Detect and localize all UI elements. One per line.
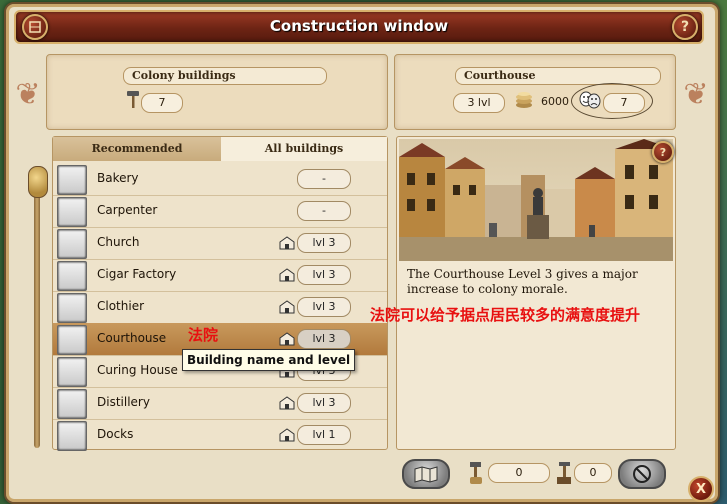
list-item[interactable]: Church lvl 3 <box>53 227 387 260</box>
detail-help-button[interactable]: ? <box>652 141 674 163</box>
building-name: Carpenter <box>97 203 158 217</box>
tools-count: 0 <box>488 463 550 483</box>
house-level-icon <box>279 300 295 314</box>
list-item[interactable]: Clothier lvl 3 <box>53 291 387 324</box>
scroll-handle[interactable] <box>28 166 48 198</box>
title-bar: Construction window ? <box>14 10 704 44</box>
annotation-court-note: 法院可以给予据点居民较多的满意度提升 <box>370 306 641 324</box>
building-level: lvl 3 <box>297 393 351 413</box>
building-thumbnail-icon <box>57 325 87 355</box>
house-level-icon <box>279 268 295 282</box>
house-level-icon <box>279 396 295 410</box>
building-thumbnail-icon <box>57 229 87 259</box>
building-level: - <box>297 201 351 221</box>
tools-icon <box>466 460 486 486</box>
house-level-icon <box>279 428 295 442</box>
building-name: Docks <box>97 427 134 441</box>
list-item[interactable]: Cigar Factory lvl 3 <box>53 259 387 292</box>
list-item[interactable]: Docks lvl 1 <box>53 419 387 451</box>
building-name: Curing House <box>97 363 178 377</box>
help-button[interactable]: ? <box>672 14 698 40</box>
list-item[interactable]: Distillery lvl 3 <box>53 387 387 420</box>
workers-icon <box>554 460 574 486</box>
house-level-icon <box>279 332 295 346</box>
workers-count: 0 <box>574 463 612 483</box>
coins-icon <box>513 89 535 111</box>
map-icon <box>414 466 438 483</box>
building-thumbnail-icon <box>57 293 87 323</box>
building-name: Clothier <box>97 299 145 313</box>
building-level: lvl 3 <box>297 265 351 285</box>
building-thumbnail-icon <box>57 261 87 291</box>
building-level: lvl 3 <box>297 329 351 349</box>
morale-value: 7 <box>603 93 645 113</box>
building-level: - <box>297 169 351 189</box>
building-list-panel: Recommended All buildings Bakery - Carpe… <box>52 136 388 451</box>
colony-buildings-label: Colony buildings <box>123 67 327 85</box>
annotation-court: 法院 <box>188 326 219 344</box>
building-thumbnail-icon <box>57 197 87 227</box>
selected-building-label: Courthouse <box>455 67 661 85</box>
building-name: Cigar Factory <box>97 267 177 281</box>
no-build-icon <box>633 465 651 483</box>
tab-all-buildings[interactable]: All buildings <box>221 137 387 161</box>
building-level: lvl 3 <box>297 297 351 317</box>
courthouse-illustration <box>399 139 673 261</box>
left-ornament-icon: ❦ <box>15 77 41 112</box>
list-item[interactable]: Bakery - <box>53 163 387 196</box>
list-scrollbar[interactable] <box>34 170 40 448</box>
list-item[interactable]: Carpenter - <box>53 195 387 228</box>
window-title: Construction window <box>269 17 449 35</box>
building-detail-panel: The Courthouse Level 3 gives a major inc… <box>396 136 676 450</box>
theater-masks-icon <box>577 89 603 111</box>
close-button[interactable]: X <box>688 476 714 502</box>
selected-building-level: 3 lvl <box>453 93 505 113</box>
map-scroll-button[interactable] <box>402 459 450 489</box>
house-level-icon <box>279 236 295 250</box>
building-level: lvl 1 <box>297 425 351 445</box>
building-name: Bakery <box>97 171 139 185</box>
building-name: Courthouse <box>97 331 167 345</box>
building-thumbnail-icon <box>57 389 87 419</box>
building-description: The Courthouse Level 3 gives a major inc… <box>407 267 638 296</box>
builders-count: 7 <box>141 93 183 113</box>
building-thumbnail-icon <box>57 357 87 387</box>
building-name: Distillery <box>97 395 150 409</box>
selected-building-panel: Courthouse 3 lvl 6000 7 <box>394 54 676 130</box>
building-thumbnail-icon <box>57 165 87 195</box>
tab-recommended[interactable]: Recommended <box>53 137 222 161</box>
colony-info-panel: Colony buildings 7 <box>46 54 388 130</box>
right-ornament-icon: ❦ <box>683 77 709 112</box>
hammer-icon <box>125 89 141 109</box>
construction-window: Construction window ? ❦ ❦ Colony buildin… <box>4 2 720 504</box>
demolish-button[interactable] <box>618 459 666 489</box>
tooltip: Building name and level <box>182 349 356 371</box>
building-level: lvl 3 <box>297 233 351 253</box>
building-name: Church <box>97 235 140 249</box>
building-thumbnail-icon <box>57 421 87 451</box>
